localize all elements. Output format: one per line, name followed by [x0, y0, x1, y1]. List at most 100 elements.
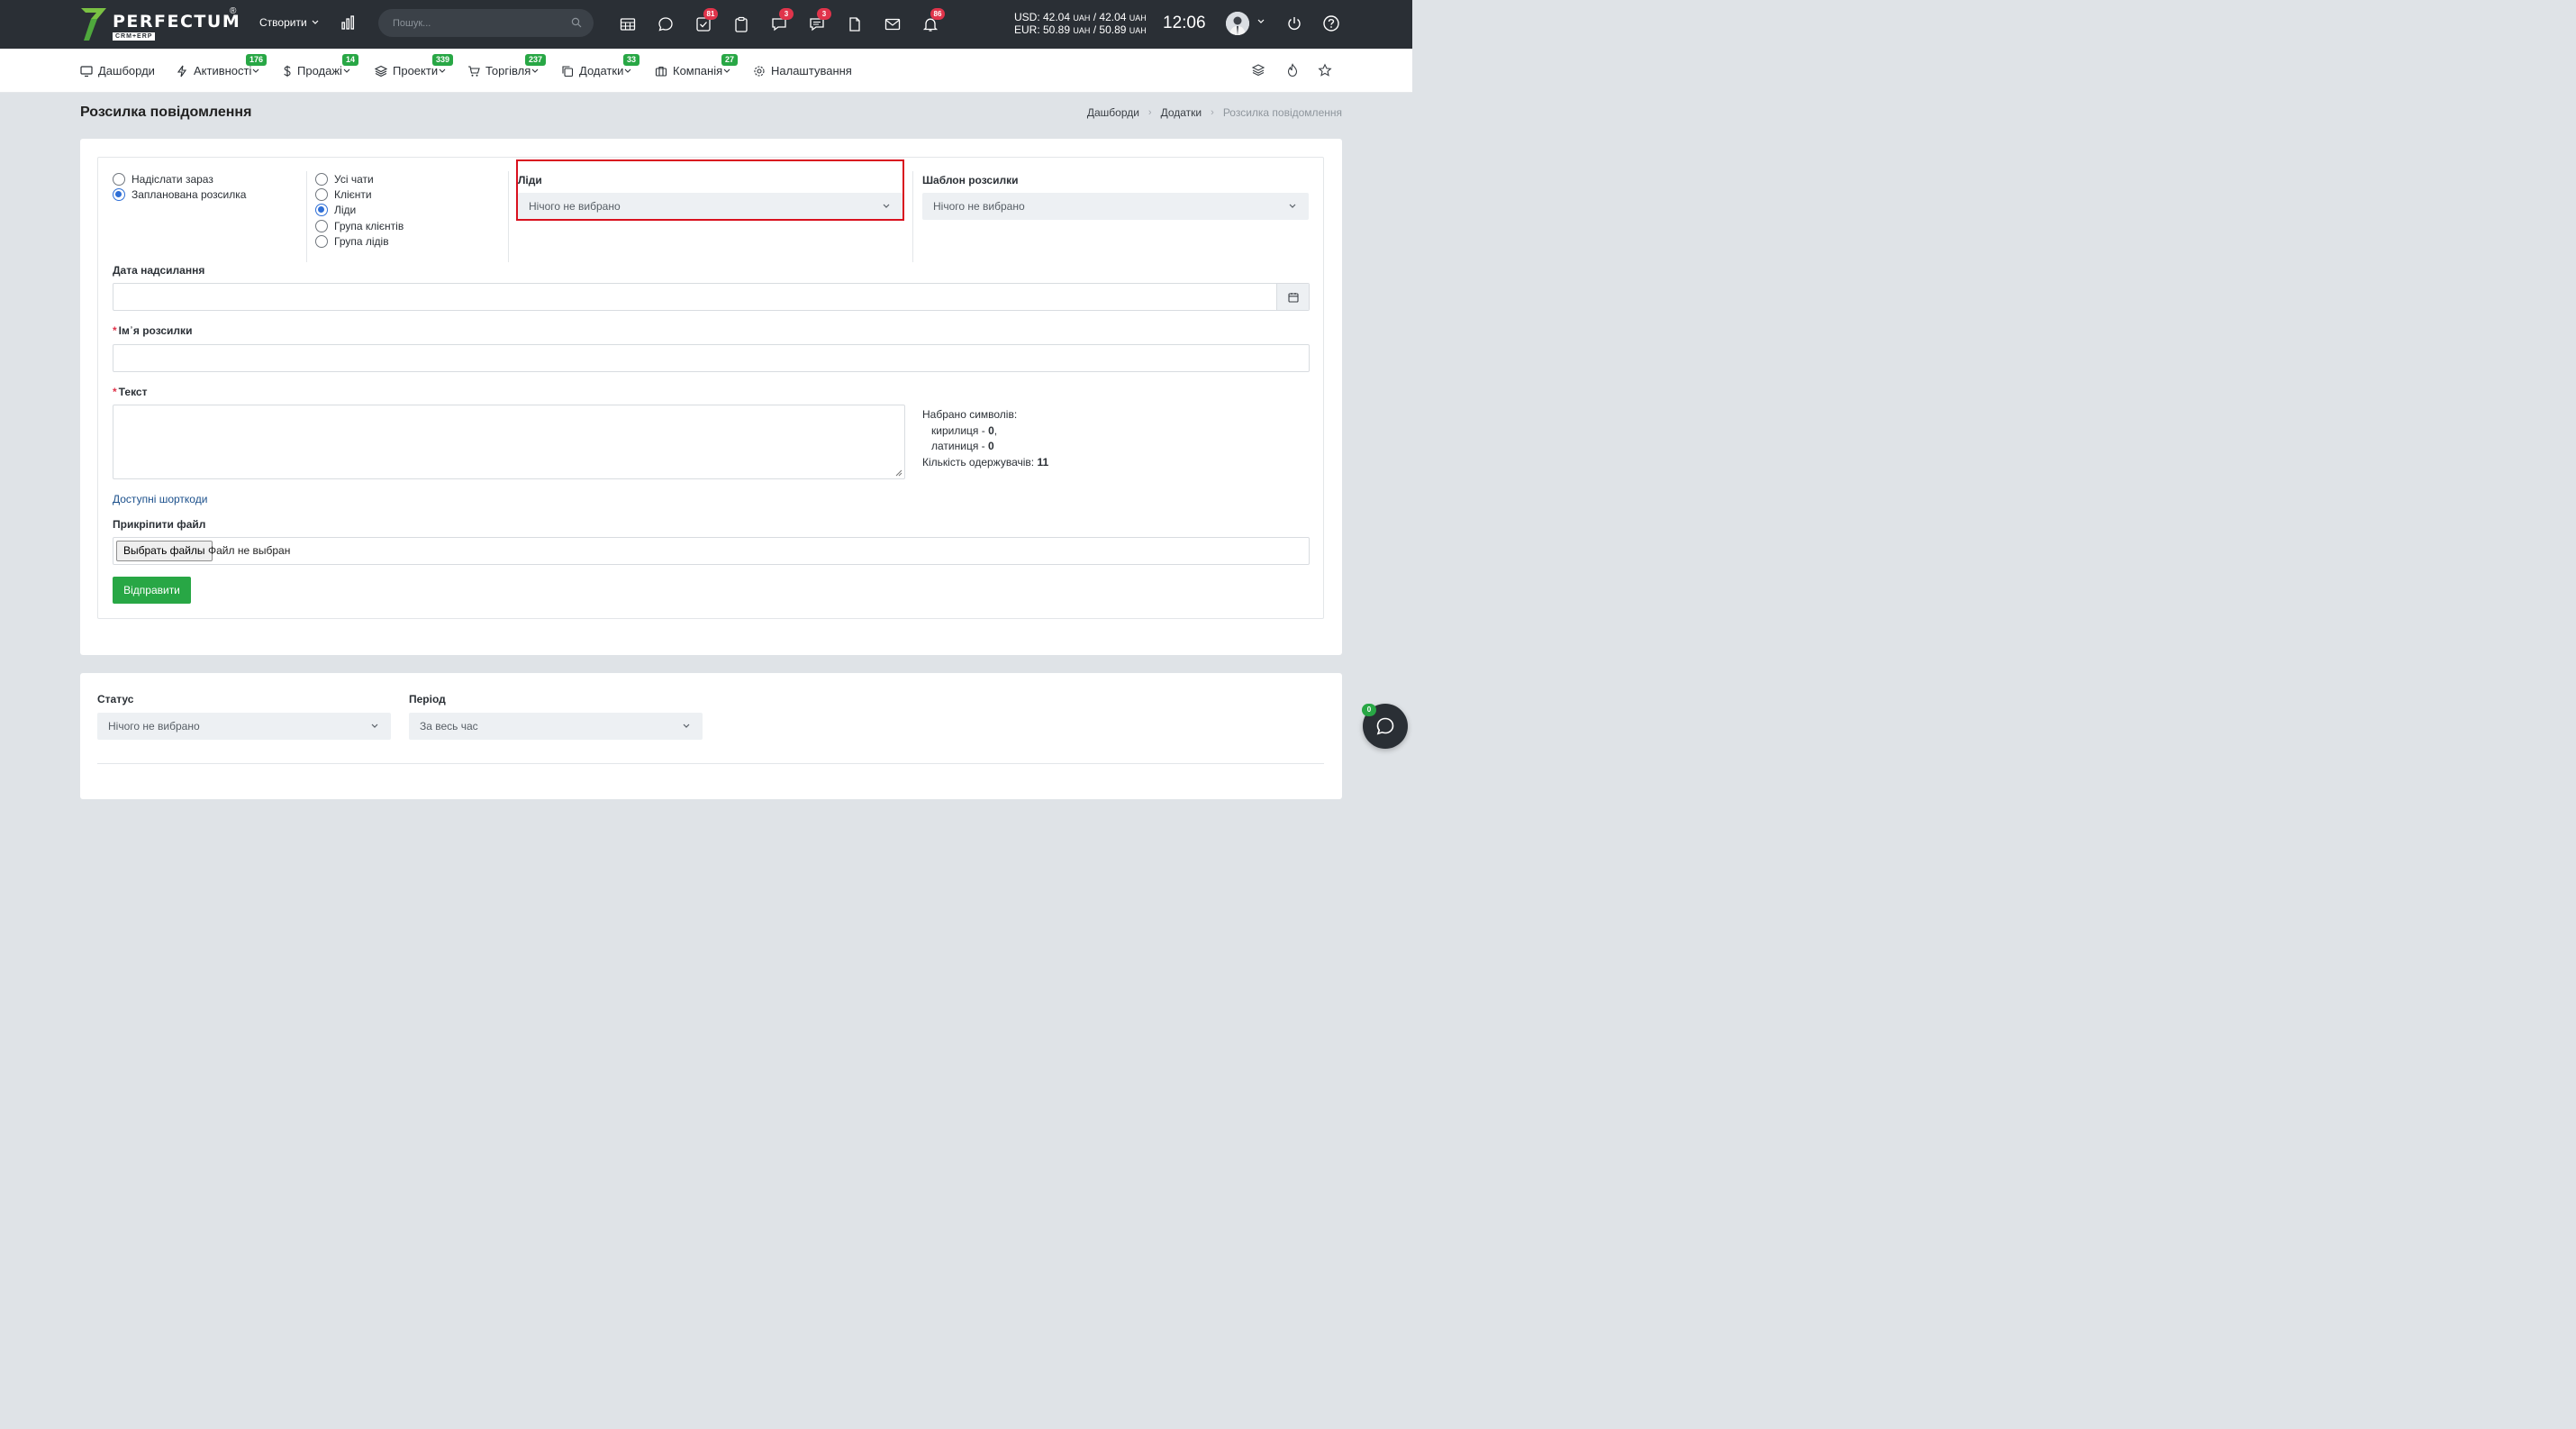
divider — [97, 763, 1324, 764]
nav-company[interactable]: Компанія 27 — [655, 54, 739, 77]
notifications-badge: 86 — [930, 8, 945, 20]
logo[interactable]: PERFECTUM ® CRM+ERP — [79, 6, 241, 42]
text-label: * Текст — [113, 386, 148, 398]
chat-messages-icon[interactable]: 3 — [768, 8, 794, 35]
help-icon[interactable] — [1322, 14, 1340, 32]
fire-icon[interactable] — [1285, 63, 1300, 77]
resize-handle-icon[interactable] — [895, 469, 903, 477]
cart-icon — [468, 65, 480, 77]
radio-clients[interactable]: Клієнти — [315, 188, 372, 201]
chevron-down-icon — [723, 68, 730, 73]
page-title: Розсилка повідомлення — [80, 105, 252, 120]
radio-button[interactable] — [315, 173, 328, 186]
radio-leads[interactable]: Ліди — [315, 204, 356, 216]
radio-lead-group[interactable]: Група лідів — [315, 235, 389, 248]
radio-all-chats[interactable]: Усі чати — [315, 173, 374, 186]
breadcrumb-item[interactable]: Додатки — [1161, 106, 1202, 119]
layers-icon[interactable] — [1251, 63, 1265, 77]
nav-dashboards[interactable]: Дашборди — [80, 64, 155, 77]
dollar-icon — [284, 65, 291, 77]
radio-button[interactable] — [315, 188, 328, 201]
status-label: Статус — [97, 693, 134, 705]
search-icon[interactable] — [571, 17, 582, 28]
tasks-icon[interactable]: 81 — [693, 8, 718, 35]
highlight-box — [516, 159, 904, 221]
stats-title: Набрано символів: — [922, 408, 1018, 421]
character-stats: Набрано символів: кирилиця - 0, латиниця… — [922, 407, 1048, 470]
bell-icon[interactable]: 86 — [920, 8, 945, 35]
breadcrumb-current: Розсилка повідомлення — [1222, 106, 1342, 119]
usd-rate: USD: 42.04 UAH / 42.04 UAH — [1014, 11, 1147, 23]
template-select[interactable]: Нічого не вибрано — [922, 193, 1309, 220]
nav-trade[interactable]: Торгівля 237 — [467, 54, 547, 77]
chat-bubble-icon[interactable] — [655, 14, 676, 35]
mailing-name-label: * Ім᾿я розсилки — [113, 324, 193, 337]
nav-badge: 339 — [432, 54, 454, 66]
messages-badge: 3 — [817, 8, 831, 20]
radio-button[interactable] — [315, 235, 328, 248]
radio-button[interactable] — [315, 204, 328, 216]
clock: 12:06 — [1163, 14, 1206, 32]
file-input[interactable]: Выбрать файлы Файл не выбран — [113, 537, 1310, 565]
chevron-down-icon[interactable] — [1257, 19, 1265, 24]
shortcodes-link[interactable]: Доступні шорткоди — [113, 493, 207, 505]
nav-projects[interactable]: Проекти 339 — [375, 54, 454, 77]
radio-scheduled[interactable]: Запланована розсилка — [113, 188, 246, 201]
breadcrumb-item[interactable]: Дашборди — [1087, 106, 1139, 119]
search-box[interactable] — [378, 9, 594, 37]
status-select[interactable]: Нічого не вибрано — [97, 713, 391, 740]
tasks-badge: 81 — [703, 8, 718, 20]
radio-send-now[interactable]: Надіслати зараз — [113, 173, 213, 186]
lightning-icon — [177, 65, 187, 77]
copy-icon — [562, 65, 574, 77]
mail-icon[interactable] — [882, 14, 903, 35]
calendar-table-icon[interactable] — [617, 14, 639, 35]
radio-button[interactable] — [113, 188, 125, 201]
create-button[interactable]: Створити — [259, 16, 319, 29]
power-icon[interactable] — [1285, 14, 1303, 32]
nav-badge: 14 — [342, 54, 359, 66]
nav-addons[interactable]: Додатки 33 — [561, 54, 640, 77]
send-button[interactable]: Відправити — [113, 577, 191, 604]
logo-text: PERFECTUM — [113, 12, 241, 32]
calendar-button[interactable] — [1276, 284, 1309, 310]
logo-subtitle: CRM+ERP — [113, 32, 156, 41]
choose-files-button[interactable]: Выбрать файлы — [116, 541, 213, 561]
chevron-right-icon: › — [1147, 107, 1152, 118]
chat-badge: 3 — [779, 8, 794, 20]
nav-activities[interactable]: Активності 176 — [176, 54, 268, 77]
bar-chart-icon[interactable] — [340, 14, 357, 31]
chevron-down-icon — [624, 68, 631, 73]
nav-settings[interactable]: Налаштування — [753, 64, 852, 77]
nav-badge: 33 — [623, 54, 640, 66]
nav-sales[interactable]: Продажі 14 — [283, 54, 359, 77]
avatar[interactable] — [1226, 12, 1249, 35]
search-input[interactable] — [393, 9, 564, 37]
messages-icon[interactable]: 3 — [806, 8, 831, 35]
template-label: Шаблон розсилки — [922, 174, 1019, 187]
clipboard-icon[interactable] — [730, 14, 752, 35]
cyrillic-count: кирилиця - 0, — [931, 423, 998, 437]
text-area[interactable] — [113, 405, 905, 479]
chevron-down-icon — [253, 68, 259, 73]
chat-bubble-icon — [1376, 717, 1394, 735]
chevron-down-icon — [312, 20, 319, 24]
column-divider — [508, 171, 509, 262]
logo-mark-icon — [81, 8, 106, 41]
period-select[interactable]: За весь час — [409, 713, 703, 740]
column-divider — [912, 171, 913, 262]
nav-badge: 237 — [525, 54, 547, 66]
document-icon[interactable] — [844, 14, 866, 35]
star-icon[interactable] — [1318, 63, 1332, 77]
radio-button[interactable] — [113, 173, 125, 186]
chevron-down-icon — [1289, 204, 1296, 208]
file-status: Файл не выбран — [208, 544, 291, 557]
main-nav: Дашборди Активності 176 Продажі 14 Проек… — [0, 49, 1412, 93]
radio-client-group[interactable]: Група клієнтів — [315, 220, 404, 232]
mailing-name-input[interactable] — [113, 344, 1310, 372]
send-date-input[interactable] — [113, 283, 1310, 311]
create-label: Створити — [259, 16, 307, 29]
radio-button[interactable] — [315, 220, 328, 232]
nav-badge: 27 — [721, 54, 739, 66]
chevron-down-icon — [531, 68, 539, 73]
